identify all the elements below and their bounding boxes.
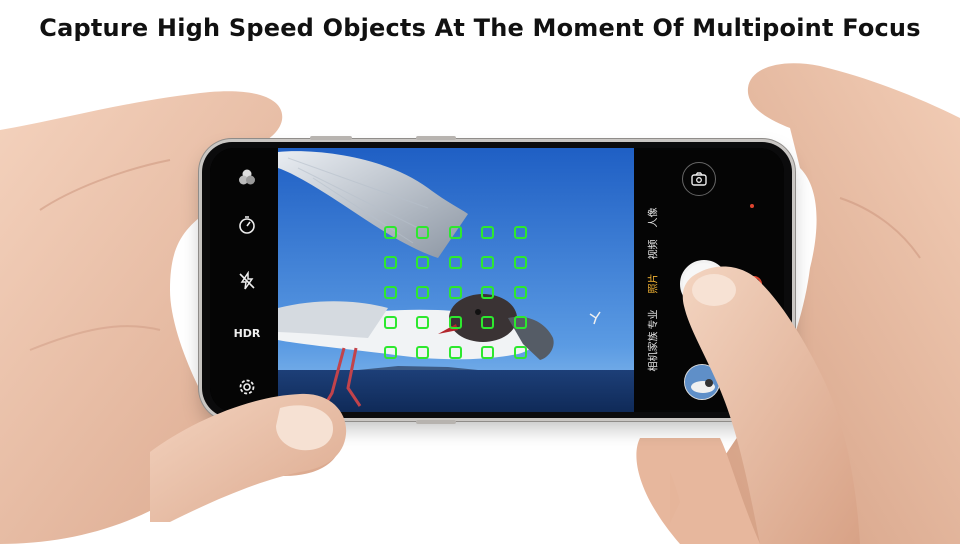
focus-point: [449, 346, 462, 359]
focus-point: [384, 226, 397, 239]
focus-point: [514, 316, 527, 329]
bottom-button: [416, 420, 456, 424]
focus-point: [416, 346, 429, 359]
timer-icon[interactable]: [234, 212, 260, 238]
recording-indicator: [750, 204, 754, 208]
hdr-icon[interactable]: HDR: [232, 320, 262, 346]
focus-point: [384, 256, 397, 269]
focus-point: [384, 286, 397, 299]
focus-point: [514, 226, 527, 239]
focus-point: [481, 256, 494, 269]
focus-point: [449, 256, 462, 269]
focus-point: [481, 346, 494, 359]
focus-point: [449, 226, 462, 239]
right-finger: [670, 266, 860, 544]
focus-point: [481, 316, 494, 329]
hdr-label: HDR: [233, 326, 261, 340]
left-control-bar: HDR: [210, 148, 278, 412]
focus-point: [384, 346, 397, 359]
mode-photo[interactable]: 照片: [645, 268, 660, 300]
volume-button: [310, 136, 352, 140]
focus-point: [481, 226, 494, 239]
headline: Capture High Speed Objects At The Moment…: [39, 14, 921, 42]
focus-point: [481, 286, 494, 299]
mode-video[interactable]: 视频: [645, 234, 660, 266]
focus-point: [449, 286, 462, 299]
focus-point: [416, 286, 429, 299]
left-thumb: [150, 393, 347, 522]
focus-point: [449, 316, 462, 329]
focus-grid: [384, 226, 530, 359]
focus-point: [514, 346, 527, 359]
focus-point: [384, 316, 397, 329]
power-button: [416, 136, 456, 140]
mode-camera-family[interactable]: 相机家族: [645, 328, 660, 376]
focus-point: [416, 316, 429, 329]
switch-camera-button[interactable]: [682, 162, 716, 196]
focus-point: [416, 256, 429, 269]
mode-portrait[interactable]: 人像: [645, 202, 660, 234]
viewfinder[interactable]: [278, 148, 634, 412]
switch-camera-icon: [691, 172, 707, 186]
filter-icon[interactable]: [234, 164, 260, 190]
mode-selector: 人像 视频 照片 专业 相机家族: [634, 148, 670, 412]
flash-off-icon[interactable]: [234, 268, 260, 294]
focus-point: [416, 226, 429, 239]
focus-point: [514, 286, 527, 299]
focus-point: [514, 256, 527, 269]
